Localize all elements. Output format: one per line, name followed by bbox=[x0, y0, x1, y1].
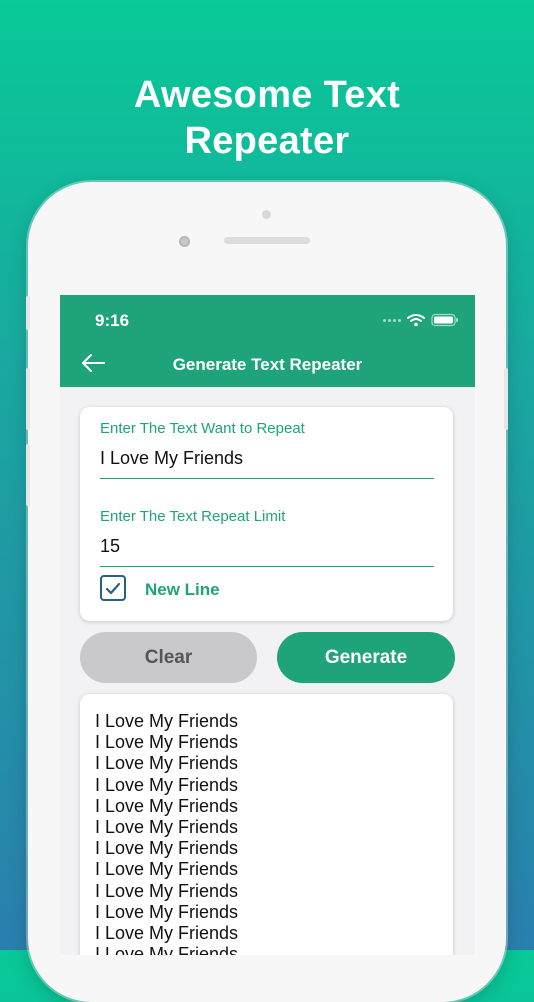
output-line: I Love My Friends bbox=[95, 923, 239, 944]
output-line: I Love My Friends bbox=[95, 859, 239, 880]
repeat-text-underline bbox=[100, 478, 434, 479]
output-line: I Love My Friends bbox=[95, 795, 239, 816]
headline-line-1: Awesome Text bbox=[133, 74, 401, 116]
output-line: I Love My Friends bbox=[95, 711, 239, 731]
output-text: I Love My Friends I Love My Friends I Lo… bbox=[95, 711, 238, 955]
status-time: 9:16 bbox=[95, 311, 130, 330]
signal-icon bbox=[383, 318, 401, 322]
battery-icon bbox=[431, 313, 458, 327]
input-form-card: Enter The Text Want to Repeat I Love My … bbox=[80, 407, 453, 621]
new-line-checkbox[interactable] bbox=[100, 575, 126, 601]
generate-button[interactable]: Generate bbox=[277, 632, 455, 683]
status-icons bbox=[383, 313, 459, 327]
repeat-text-input[interactable]: I Love My Friends bbox=[100, 448, 243, 469]
output-card[interactable]: I Love My Friends I Love My Friends I Lo… bbox=[80, 694, 453, 955]
phone-side-button bbox=[504, 368, 508, 430]
output-line: I Love My Friends bbox=[95, 732, 239, 753]
output-line: I Love My Friends bbox=[95, 753, 239, 774]
sensor-dot bbox=[262, 210, 271, 219]
repeat-limit-label: Enter The Text Repeat Limit bbox=[100, 508, 286, 525]
wifi-icon bbox=[407, 314, 425, 327]
camera-icon bbox=[179, 236, 190, 247]
app-bar-title: Generate Text Repeater bbox=[172, 355, 363, 374]
check-icon bbox=[105, 582, 121, 594]
clear-button[interactable]: Clear bbox=[80, 632, 257, 683]
output-line: I Love My Friends bbox=[95, 817, 239, 838]
output-line: I Love My Friends bbox=[95, 838, 239, 859]
app-bar: 9:16 Generate Text Repeater bbox=[60, 295, 475, 387]
headline-line-2: Repeater bbox=[184, 120, 350, 162]
repeat-limit-underline bbox=[100, 566, 434, 567]
phone-side-button bbox=[26, 444, 30, 506]
phone-side-button bbox=[26, 368, 30, 430]
phone-side-button bbox=[26, 296, 30, 330]
new-line-label[interactable]: New Line bbox=[145, 580, 220, 600]
repeat-text-label: Enter The Text Want to Repeat bbox=[100, 420, 305, 437]
output-line: I Love My Friends bbox=[95, 880, 239, 901]
output-line: I Love My Friends bbox=[95, 901, 239, 922]
repeat-limit-input[interactable]: 15 bbox=[100, 536, 120, 557]
app-screen: 9:16 Generate Text Repeater Enter The Te… bbox=[60, 295, 475, 955]
speaker-grille bbox=[224, 237, 310, 244]
output-line: I Love My Friends bbox=[95, 774, 239, 795]
headline: Awesome Text Repeater bbox=[0, 72, 534, 164]
